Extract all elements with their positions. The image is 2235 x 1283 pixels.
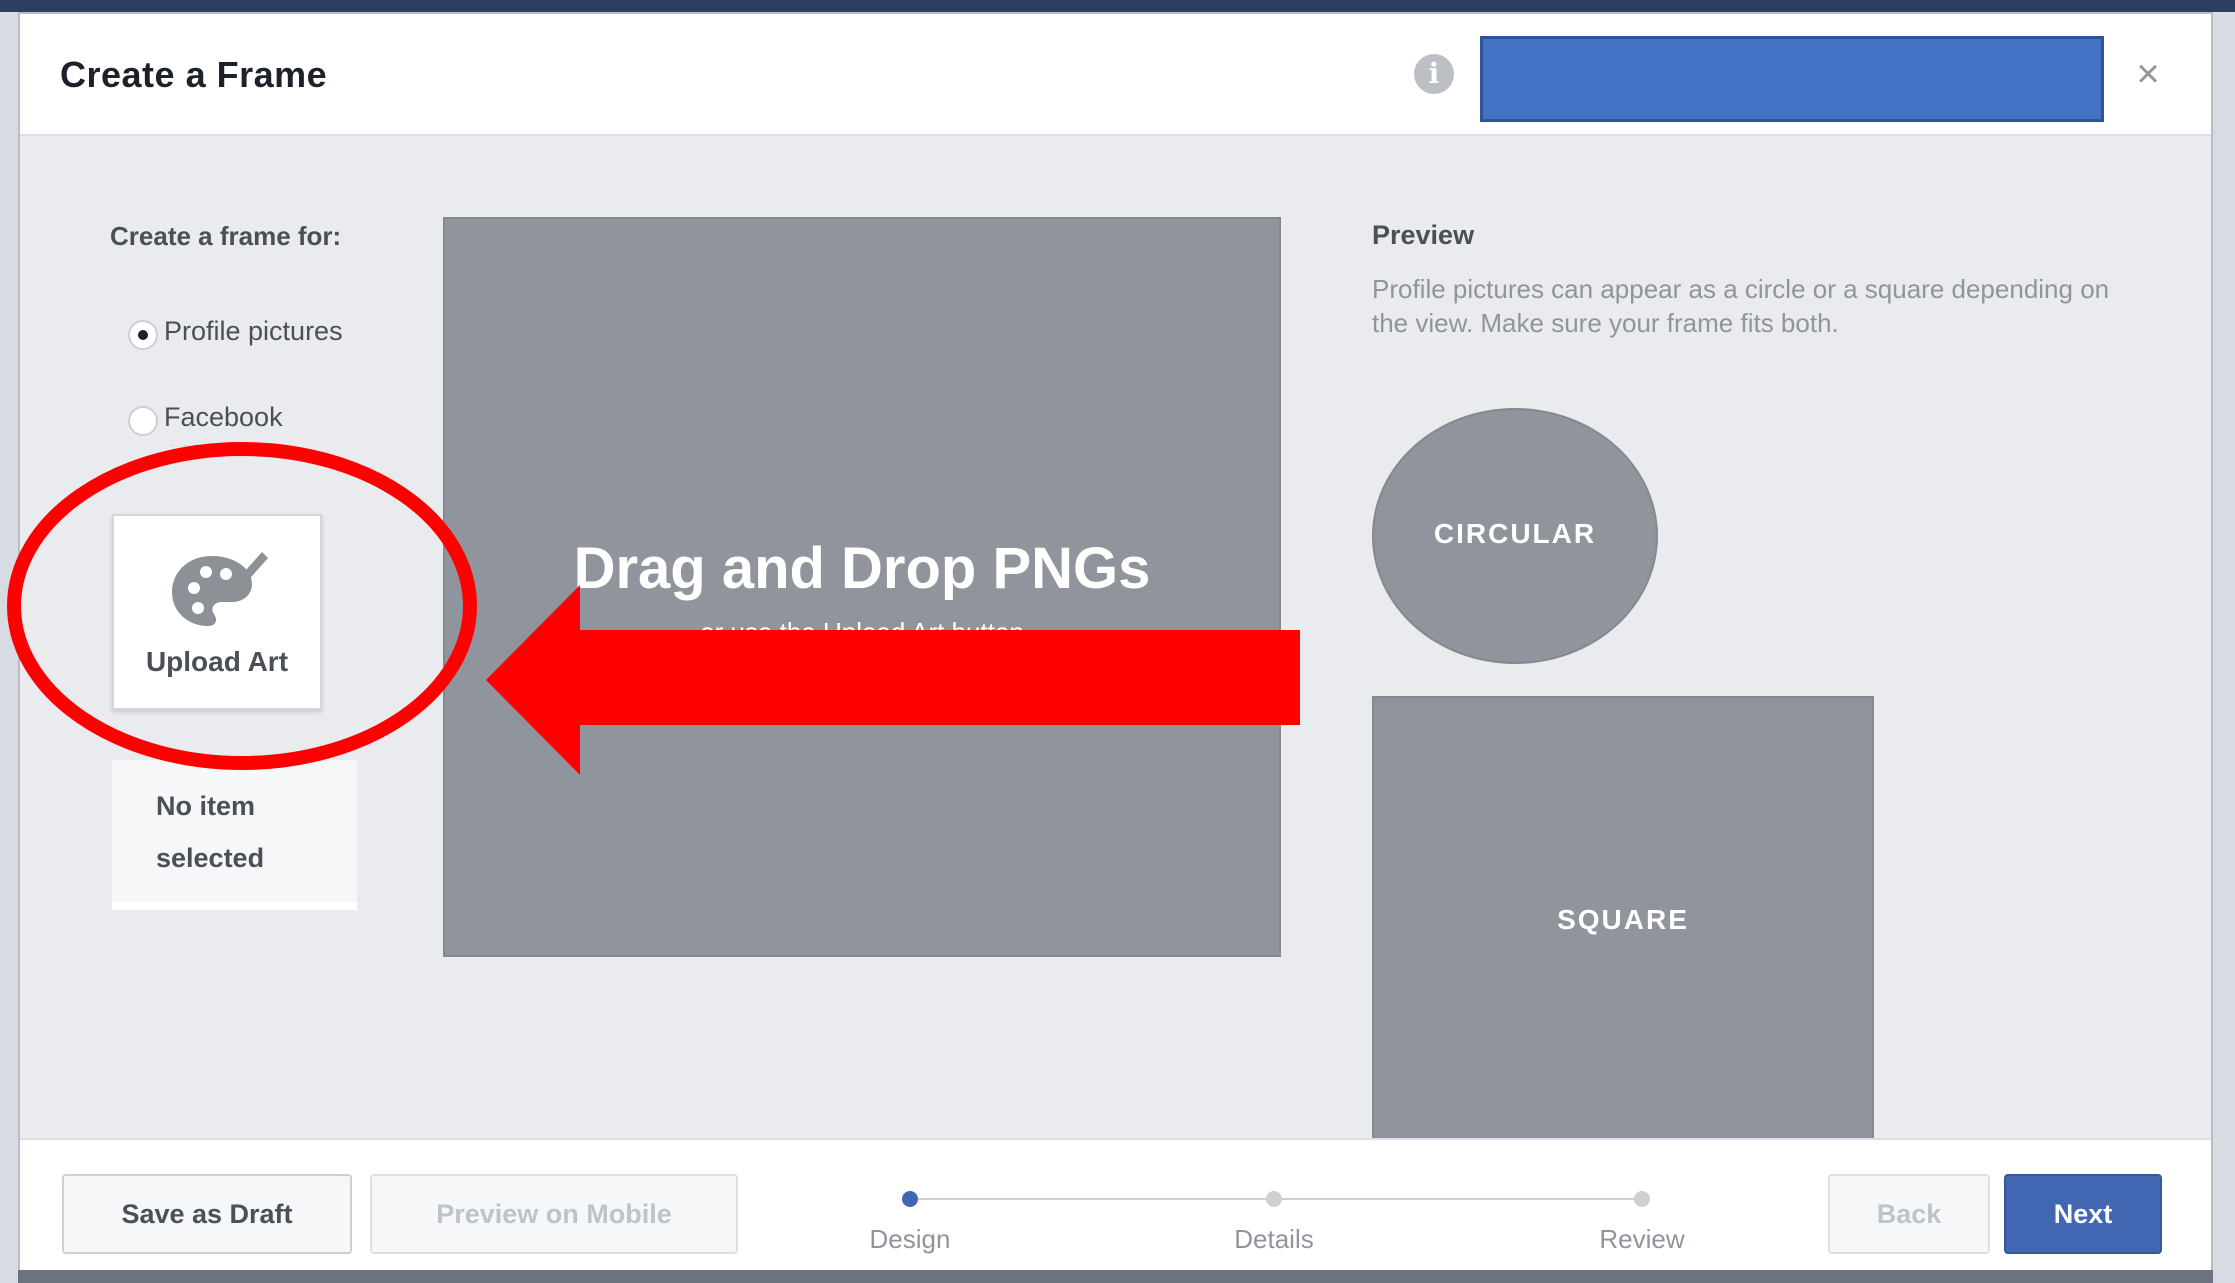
step-label-details[interactable]: Details <box>1174 1224 1374 1255</box>
square-preview: SQUARE <box>1372 696 1874 1144</box>
highlight-ellipse <box>7 442 477 770</box>
dialog-header: Create a Frame i × <box>20 14 2211 136</box>
radio-profile-pictures[interactable] <box>128 320 158 350</box>
preview-on-mobile-button[interactable]: Preview on Mobile <box>370 1174 738 1254</box>
preview-title: Preview <box>1372 220 1475 250</box>
red-arrow-annotation <box>486 585 1300 775</box>
square-preview-label: SQUARE <box>1557 904 1689 935</box>
no-item-text: No item selected <box>156 791 265 873</box>
redacted-blue-bar <box>1480 36 2104 122</box>
next-button[interactable]: Next <box>2004 1174 2162 1254</box>
step-label-review[interactable]: Review <box>1542 1224 1742 1255</box>
background-top-strip <box>0 0 2235 12</box>
step-dot-review <box>1634 1191 1650 1207</box>
save-as-draft-button[interactable]: Save as Draft <box>62 1174 352 1254</box>
step-label-design[interactable]: Design <box>810 1224 1010 1255</box>
selected-item-panel: No item selected <box>112 760 357 910</box>
background-right-edge <box>2213 12 2235 1283</box>
preview-description: Profile pictures can appear as a circle … <box>1372 274 2110 338</box>
circular-preview: CIRCULAR <box>1372 408 1658 664</box>
back-button[interactable]: Back <box>1828 1174 1990 1254</box>
step-dot-design <box>902 1191 918 1207</box>
radio-label-profile-pictures: Profile pictures <box>164 316 343 346</box>
step-dot-details <box>1266 1191 1282 1207</box>
info-icon[interactable]: i <box>1414 54 1454 94</box>
dialog-title: Create a Frame <box>60 54 328 95</box>
dialog-footer: Save as Draft Preview on Mobile Design D… <box>20 1138 2211 1270</box>
frame-target-heading: Create a frame for: <box>110 221 342 251</box>
circular-preview-label: CIRCULAR <box>1433 518 1597 549</box>
close-icon[interactable]: × <box>2128 54 2168 94</box>
